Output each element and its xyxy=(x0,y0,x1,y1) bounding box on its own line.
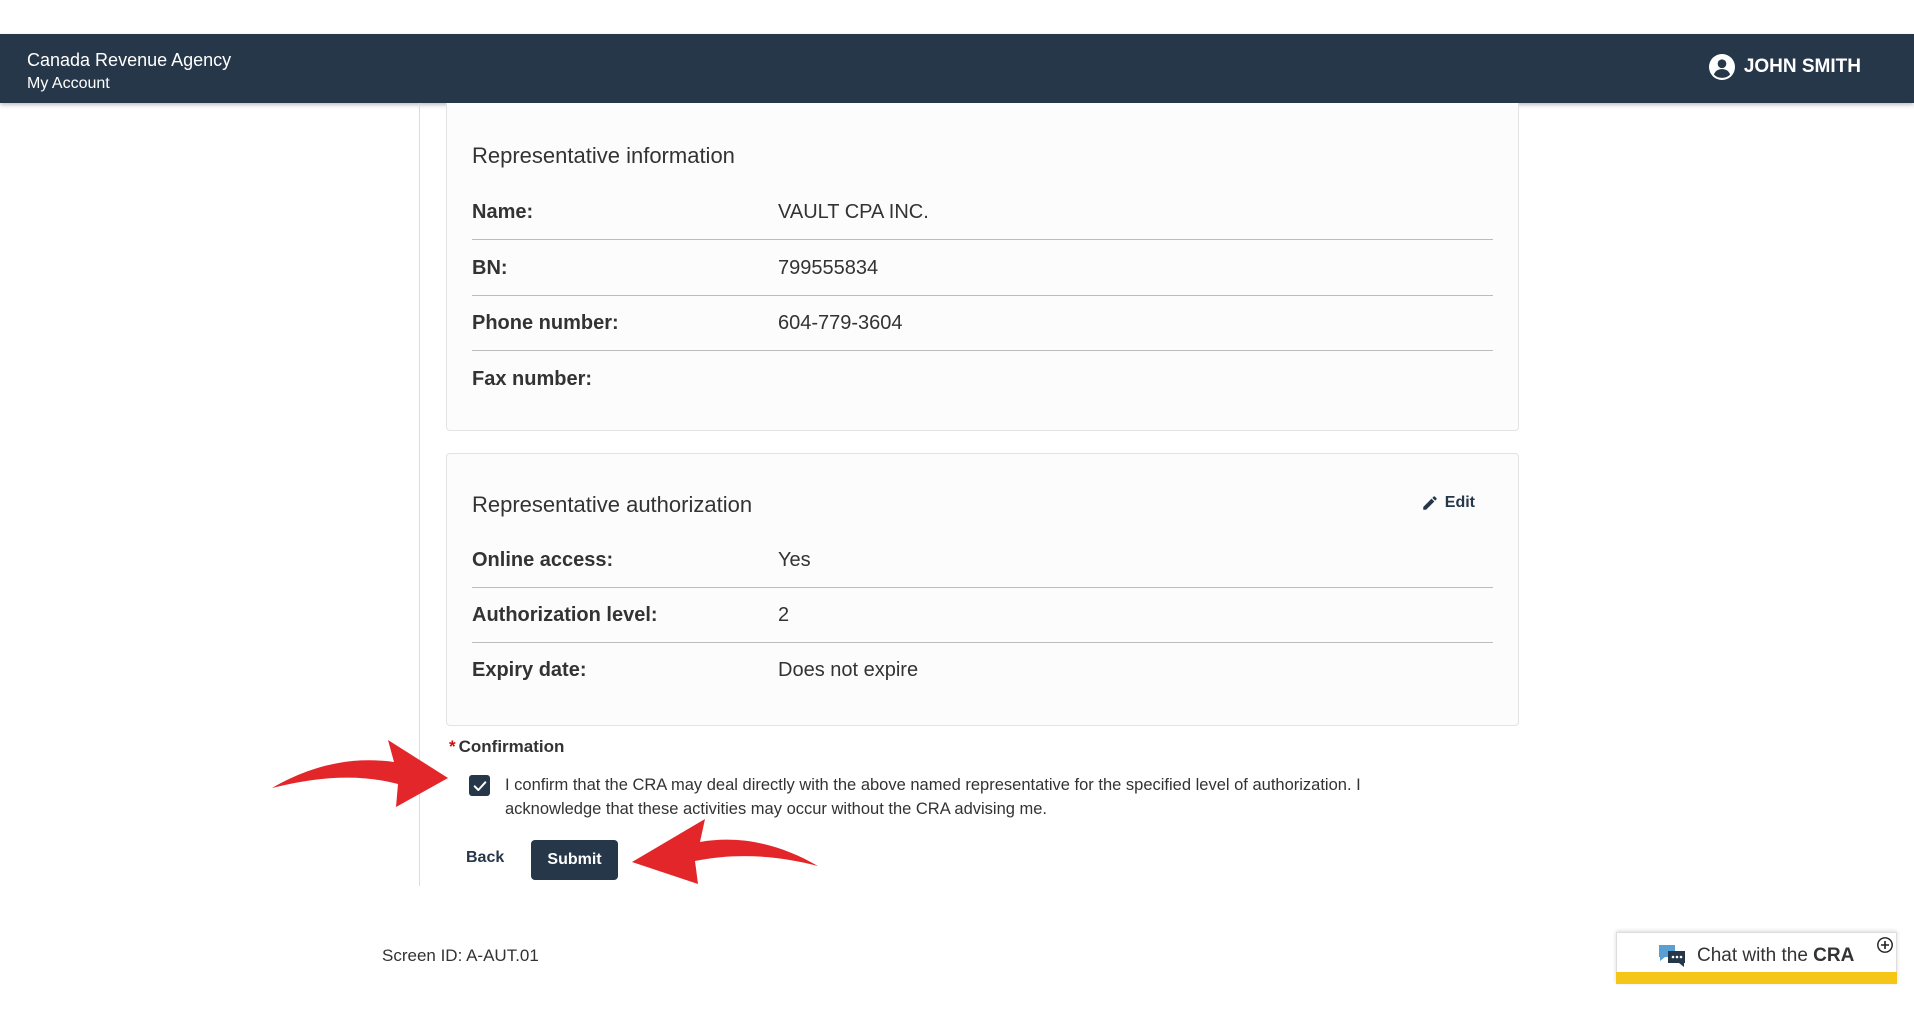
confirmation-text[interactable]: I confirm that the CRA may deal directly… xyxy=(505,773,1435,821)
confirmation-label-text: Confirmation xyxy=(458,737,565,756)
edit-authorization-link[interactable]: Edit xyxy=(1421,494,1475,512)
rep-info-row-phone: Phone number: 604-779-3604 xyxy=(472,296,1493,351)
agency-name[interactable]: Canada Revenue Agency xyxy=(27,49,231,71)
row-label: Phone number: xyxy=(472,311,619,334)
confirmation-checkbox[interactable] xyxy=(469,775,490,796)
row-value: Does not expire xyxy=(778,659,919,681)
rep-auth-row-expiry: Expiry date: Does not expire xyxy=(472,643,1493,698)
chat-label-bold: CRA xyxy=(1813,945,1855,966)
annotation-arrow-submit xyxy=(632,819,818,884)
row-label: Expiry date: xyxy=(472,659,587,681)
row-value: 604-779-3604 xyxy=(778,311,903,334)
representative-authorization-title: Representative authorization xyxy=(472,492,753,517)
submit-button[interactable]: Submit xyxy=(531,840,618,880)
representative-information-card: Representative information Name: VAULT C… xyxy=(446,103,1519,431)
my-account-label[interactable]: My Account xyxy=(27,74,110,94)
row-value: VAULT CPA INC. xyxy=(778,200,929,223)
user-menu[interactable]: JOHN SMITH xyxy=(1708,54,1861,80)
representative-information-title: Representative information xyxy=(472,143,735,168)
screen-id: Screen ID: A-AUT.01 xyxy=(382,946,539,965)
checkmark-icon xyxy=(473,780,486,791)
plus-circle-icon[interactable] xyxy=(1876,936,1894,954)
chat-label-prefix: Chat with the xyxy=(1697,945,1814,966)
confirmation-label: * Confirmation xyxy=(449,737,564,757)
pencil-icon xyxy=(1423,496,1437,510)
rep-auth-row-level: Authorization level: 2 xyxy=(472,588,1493,643)
user-name: JOHN SMITH xyxy=(1743,56,1861,77)
top-header-bar: Canada Revenue Agency My Account JOHN SM… xyxy=(0,34,1914,103)
user-avatar-icon xyxy=(1708,54,1735,80)
row-value: 799555834 xyxy=(778,256,879,279)
rep-info-row-bn: BN: 799555834 xyxy=(472,241,1493,296)
rep-info-row-name: Name: VAULT CPA INC. xyxy=(472,185,1493,240)
edit-label: Edit xyxy=(1444,494,1475,511)
row-value: 2 xyxy=(778,603,790,626)
row-label: Fax number: xyxy=(472,368,593,390)
row-label: BN: xyxy=(472,256,508,279)
row-label: Online access: xyxy=(472,548,614,571)
back-button[interactable]: Back xyxy=(466,849,504,867)
row-label: Name: xyxy=(472,200,534,223)
chat-button[interactable]: Chat with the CRA xyxy=(1657,943,1854,969)
row-value: Yes xyxy=(778,548,811,571)
chat-bubbles-icon xyxy=(1659,945,1685,967)
rep-info-row-fax: Fax number: xyxy=(472,352,1493,407)
rep-auth-row-online-access: Online access: Yes xyxy=(472,533,1493,588)
chat-label: Chat with the CRA xyxy=(1697,945,1854,967)
chat-accent-bar xyxy=(1616,972,1897,984)
row-label: Authorization level: xyxy=(472,603,658,626)
representative-authorization-card: Representative authorization Edit Online… xyxy=(446,453,1519,726)
annotation-arrow-checkbox xyxy=(272,740,448,807)
